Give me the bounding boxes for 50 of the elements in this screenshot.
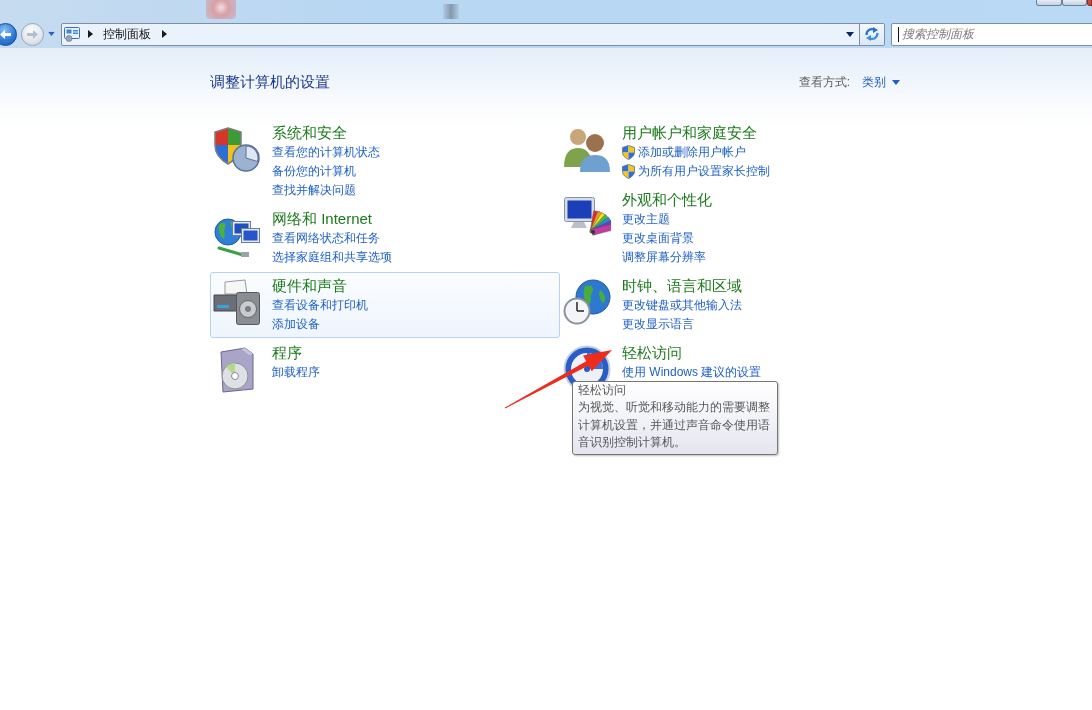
breadcrumb-arrow-icon[interactable] (162, 30, 167, 38)
right-arrow-icon (26, 28, 39, 40)
task-link[interactable]: 更改显示语言 (622, 315, 694, 334)
task-link[interactable]: 查看网络状态和任务 (272, 229, 380, 248)
task-link[interactable]: 使用 Windows 建议的设置 (622, 363, 762, 382)
task-link[interactable]: 更改键盘或其他输入法 (622, 296, 742, 315)
task-link[interactable]: 添加或删除用户帐户 (638, 143, 746, 162)
address-bar[interactable]: 控制面板 (61, 22, 885, 46)
task-link[interactable]: 添加设备 (272, 315, 320, 334)
printer-speaker-icon (213, 278, 261, 326)
refresh-icon (864, 27, 880, 41)
task-link[interactable]: 为所有用户设置家长控制 (638, 162, 770, 181)
tooltip-text: 为视觉、听觉和移动能力的需要调整计算机设置，并通过声音命令使用语音识别控制计算机。 (578, 399, 771, 451)
task-link[interactable]: 备份您的计算机 (272, 162, 356, 181)
category-title-link[interactable]: 用户帐户和家庭安全 (622, 123, 757, 143)
close-button[interactable] (1087, 0, 1092, 6)
category-title-link[interactable]: 硬件和声音 (272, 276, 347, 296)
search-field[interactable]: 搜索控制面板 (891, 22, 1092, 46)
caret-icon (892, 79, 900, 85)
blurred-bar-drawing (443, 4, 459, 19)
left-arrow-icon (0, 28, 12, 40)
task-link[interactable]: 更改主题 (622, 210, 670, 229)
shield-gauge-icon (213, 125, 261, 173)
task-link[interactable]: 查找并解决问题 (272, 181, 356, 200)
control-panel-icon (64, 26, 80, 42)
dropdown-caret-icon[interactable] (846, 31, 854, 37)
task-link[interactable]: 查看设备和打印机 (272, 296, 368, 315)
task-link[interactable]: 卸载程序 (272, 363, 320, 382)
minimize-button[interactable] (1036, 0, 1062, 6)
task-link[interactable]: 选择家庭组和共享选项 (272, 248, 392, 267)
category-title-link[interactable]: 系统和安全 (272, 123, 347, 143)
page-title: 调整计算机的设置 (210, 72, 330, 92)
blurred-window-drawing (206, 0, 236, 19)
view-by-dropdown[interactable]: 类别 (862, 74, 900, 90)
task-link[interactable]: 查看您的计算机状态 (272, 143, 380, 162)
category-title-link[interactable]: 外观和个性化 (622, 190, 712, 210)
breadcrumb-item[interactable]: 控制面板 (103, 26, 151, 42)
category-title-link[interactable]: 时钟、语言和区域 (622, 276, 742, 296)
category-title-link[interactable]: 网络和 Internet (272, 209, 373, 229)
globe-clock-icon (563, 278, 611, 326)
maximize-button[interactable] (1062, 0, 1087, 6)
tooltip-title: 轻松访问 (578, 382, 627, 399)
back-button[interactable] (0, 22, 17, 46)
task-link[interactable]: 更改桌面背景 (622, 229, 694, 248)
category-title-link[interactable]: 程序 (272, 343, 302, 363)
breadcrumb-arrow-icon[interactable] (88, 30, 93, 38)
category-title-link[interactable]: 轻松访问 (622, 343, 682, 363)
view-by-label: 查看方式: (798, 74, 850, 90)
refresh-button[interactable] (859, 23, 884, 45)
task-link[interactable]: 调整屏幕分辨率 (622, 248, 706, 267)
